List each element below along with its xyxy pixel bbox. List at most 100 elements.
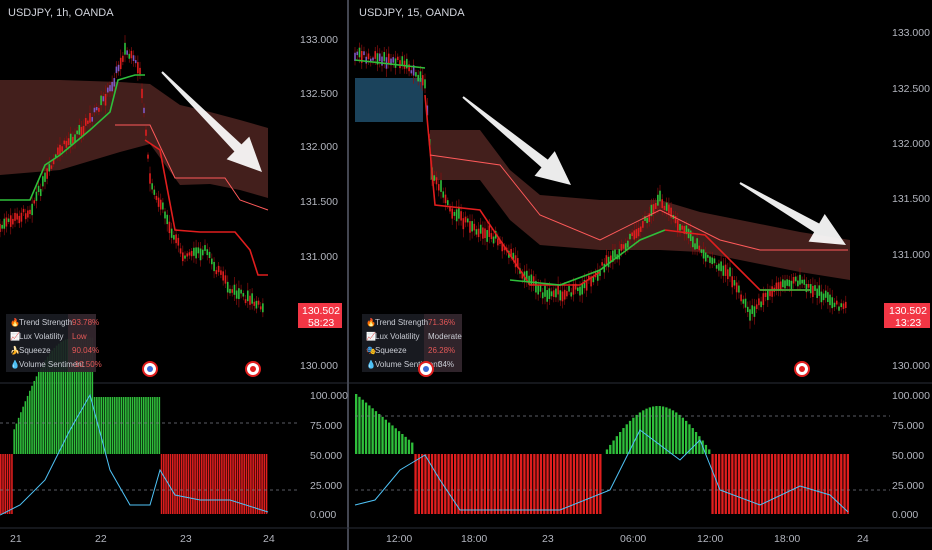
- oscillator-bar: [685, 420, 688, 454]
- table-label: Trend Strength: [19, 318, 72, 327]
- candle-body: [374, 51, 377, 59]
- candle-body: [358, 47, 361, 58]
- candle-body: [204, 245, 206, 251]
- oscillator-bar: [533, 454, 536, 514]
- candle-body: [665, 202, 668, 211]
- oscillator-bar: [203, 454, 205, 514]
- y-tick: 132.500: [300, 88, 338, 100]
- candle-body: [76, 130, 78, 135]
- oscillator-bar: [236, 454, 239, 514]
- oscillator-bar: [830, 454, 833, 514]
- oscillator-bar: [599, 454, 602, 514]
- candle-body: [213, 261, 215, 272]
- oscillator-bar: [450, 454, 454, 514]
- candle-body: [566, 291, 568, 297]
- oscillator-bar: [218, 454, 221, 514]
- candle-body: [726, 269, 729, 280]
- oscillator-bar: [846, 454, 850, 514]
- oscillator-bar: [111, 397, 114, 454]
- oscillator-bar: [381, 416, 384, 454]
- table-value: Moderate: [428, 332, 462, 341]
- table-value: 90.04%: [72, 346, 99, 355]
- candle-body: [222, 271, 224, 281]
- candle-body: [469, 221, 471, 233]
- oscillator-bar: [131, 397, 134, 454]
- info-table: 🔥 Trend Strength 71.36% 📈 Lux Volatility…: [362, 314, 462, 372]
- oscillator-bar: [198, 454, 201, 514]
- oscillator-bar: [793, 454, 797, 514]
- oscillator-bar: [180, 454, 183, 514]
- oscillator-bar: [437, 454, 440, 514]
- oscillator-bar: [247, 454, 250, 514]
- candle-body: [95, 107, 98, 111]
- candle-body: [451, 208, 454, 219]
- oscillator-bar: [774, 454, 777, 514]
- candle-body: [753, 306, 756, 317]
- candle-body: [492, 236, 495, 244]
- candle-body: [27, 210, 29, 218]
- oscillator-bar: [263, 454, 266, 514]
- candle-body: [803, 279, 806, 285]
- candle-body: [164, 211, 166, 219]
- oscillator-bar: [737, 454, 741, 514]
- oscillator-bar: [714, 454, 718, 514]
- candle-body: [259, 306, 262, 310]
- table-label: Lux Volatility: [19, 332, 63, 341]
- candle-body: [415, 72, 417, 77]
- range-box: [355, 78, 423, 122]
- candle-body: [179, 248, 182, 254]
- candle-body: [244, 299, 247, 304]
- oscillator-bar: [140, 397, 143, 454]
- candle-body: [255, 300, 258, 309]
- oscillator-bar: [421, 454, 424, 514]
- oscillator-bar: [463, 454, 467, 514]
- oscillator-bar: [158, 397, 161, 454]
- table-value: Low: [72, 332, 87, 341]
- candle-body: [482, 227, 484, 239]
- oscillator-bar: [192, 454, 194, 514]
- candle-body: [188, 252, 191, 256]
- candle-body: [792, 276, 795, 284]
- oscillator-bar: [355, 394, 358, 454]
- oscillator-bar: [371, 408, 374, 454]
- candle-body: [231, 289, 234, 293]
- candle-body: [552, 290, 555, 297]
- oscillator-bar: [562, 454, 566, 514]
- oscillator-bar: [592, 454, 595, 514]
- candle-body: [22, 208, 25, 213]
- candle-body: [394, 58, 397, 68]
- oscillator-bar: [116, 397, 118, 454]
- oscillator-bar: [358, 396, 361, 454]
- candle-body: [550, 291, 553, 297]
- oscillator-bar: [708, 449, 711, 454]
- table-value: 26.28%: [428, 346, 455, 355]
- oscillator-bar: [35, 376, 38, 454]
- oscillator-bar: [31, 385, 33, 454]
- osc-tick: 25.000: [892, 480, 924, 492]
- table-value: -10.50%: [72, 360, 102, 369]
- candle-body: [541, 292, 544, 299]
- candle-body: [109, 85, 111, 92]
- oscillator-bar: [487, 454, 490, 514]
- candle-body: [406, 58, 408, 69]
- candle-body: [537, 284, 539, 295]
- table-value: 93.78%: [72, 318, 99, 327]
- oscillator-bar: [361, 399, 364, 454]
- oscillator-bar: [122, 397, 125, 454]
- oscillator-bar: [225, 454, 228, 514]
- osc-tick: 100.000: [310, 390, 348, 402]
- candle-body: [63, 140, 66, 145]
- oscillator-bar: [127, 397, 129, 454]
- oscillator-bar: [790, 454, 793, 514]
- oscillator-bar: [721, 454, 724, 514]
- oscillator-bar: [691, 428, 694, 454]
- candle-body: [253, 301, 256, 306]
- oscillator-bar: [803, 454, 807, 514]
- oscillator-bar: [374, 411, 378, 454]
- candle-body: [844, 301, 847, 308]
- oscillator-bar: [467, 454, 470, 514]
- info-table: 🔥 Trend Strength 93.78% 📈 Lux Volatility…: [6, 314, 102, 372]
- candle-body: [46, 168, 48, 179]
- candle-body: [475, 229, 478, 235]
- oscillator-bar: [221, 454, 223, 514]
